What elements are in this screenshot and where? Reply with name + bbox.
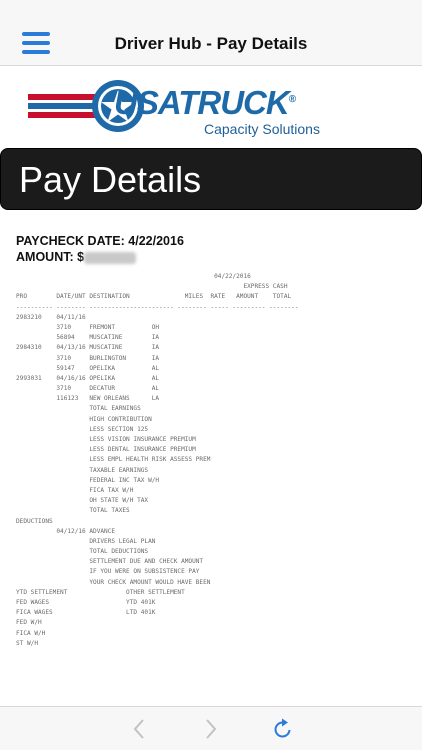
- stub-line: EXPRESS CASH: [16, 283, 288, 291]
- stub-line: DEDUCTIONS: [16, 517, 53, 525]
- stub-line: 2993031 04/16/16 OPELIKA AL: [16, 374, 160, 382]
- amount-label: AMOUNT: $: [16, 250, 85, 264]
- stub-line: TOTAL EARNINGS: [16, 405, 141, 413]
- stub-line: SETTLEMENT DUE AND CHECK AMOUNT: [16, 558, 204, 566]
- stub-line: FED W/H: [16, 619, 42, 627]
- stub-line: TOTAL TAXES: [16, 507, 130, 515]
- navigation-bar: Driver Hub - Pay Details: [0, 0, 422, 66]
- stub-line: 3710 DECATUR AL: [16, 385, 160, 393]
- stub-line: PRO DATE/UNT DESTINATION MILES RATE AMOU…: [16, 293, 292, 301]
- stub-line: LESS SECTION 125: [16, 425, 149, 433]
- stub-line: 59147 OPELIKA AL: [16, 364, 160, 372]
- chevron-right-icon[interactable]: [198, 717, 222, 741]
- stub-line: FICA WAGES LTD 401K: [16, 609, 156, 617]
- banner-title: Pay Details: [19, 159, 202, 200]
- bottom-toolbar: [0, 706, 422, 750]
- chevron-left-icon[interactable]: [128, 717, 152, 741]
- brand-wordmark: USATRUCK®: [114, 84, 296, 121]
- paycheck-amount: AMOUNT: $: [16, 250, 137, 264]
- stub-line: FICA W/H: [16, 629, 46, 637]
- stub-line: 3710 BURLINGTON IA: [16, 354, 160, 362]
- brand-tagline: Capacity Solutions: [204, 121, 320, 137]
- stub-line: LESS VISION INSURANCE PREMIUM: [16, 436, 196, 443]
- pay-stub-text: 04/22/2016 EXPRESS CASH PRO DATE/UNT DEST…: [16, 272, 376, 684]
- stub-line: YTD SETTLEMENT OTHER SETTLEMENT: [16, 588, 185, 596]
- stub-line: YOUR CHECK AMOUNT WOULD HAVE BEEN: [16, 578, 211, 586]
- stub-line: 2983210 04/11/16: [16, 313, 86, 321]
- stub-line: 3710 FREMONT OH: [16, 323, 160, 331]
- page-title: Driver Hub - Pay Details: [114, 34, 308, 53]
- stub-line: LESS EMPL HEALTH RISK ASSESS PREM: [16, 456, 211, 464]
- stub-line: OH STATE W/H TAX: [16, 497, 149, 505]
- paycheck-date: PAYCHECK DATE: 4/22/2016: [16, 234, 184, 248]
- section-banner: Pay Details: [0, 148, 422, 210]
- stub-line: TAXABLE EARNINGS: [16, 466, 149, 474]
- stub-line: TOTAL DEDUCTIONS: [16, 548, 149, 556]
- blurred-amount: [84, 251, 137, 264]
- stub-line: 2984310 04/13/16 MUSCATINE IA: [16, 344, 160, 352]
- stub-line: IF YOU WERE ON SUBSISTENCE PAY: [16, 568, 200, 576]
- stub-line: ST W/H: [16, 639, 39, 647]
- stub-line: HIGH CONTRIBUTION: [16, 415, 152, 423]
- stub-line: FED WAGES YTD 401K: [16, 599, 156, 606]
- stub-line: 116123 NEW ORLEANS LA: [16, 395, 160, 403]
- stub-line: DRIVERS LEGAL PLAN: [16, 537, 156, 545]
- stub-line: 04/12/16 ADVANCE: [16, 527, 116, 535]
- stub-line: 04/22/2016: [16, 273, 251, 280]
- stub-line: ---------- -------- --------------------…: [16, 303, 299, 311]
- reload-icon[interactable]: [271, 717, 295, 741]
- stub-line: LESS DENTAL INSURANCE PREMIUM: [16, 446, 196, 454]
- stub-line: FEDERAL INC TAX W/H: [16, 476, 160, 484]
- stub-line: FICA TAX W/H: [16, 486, 134, 494]
- stub-line: 56894 MUSCATINE IA: [16, 334, 160, 342]
